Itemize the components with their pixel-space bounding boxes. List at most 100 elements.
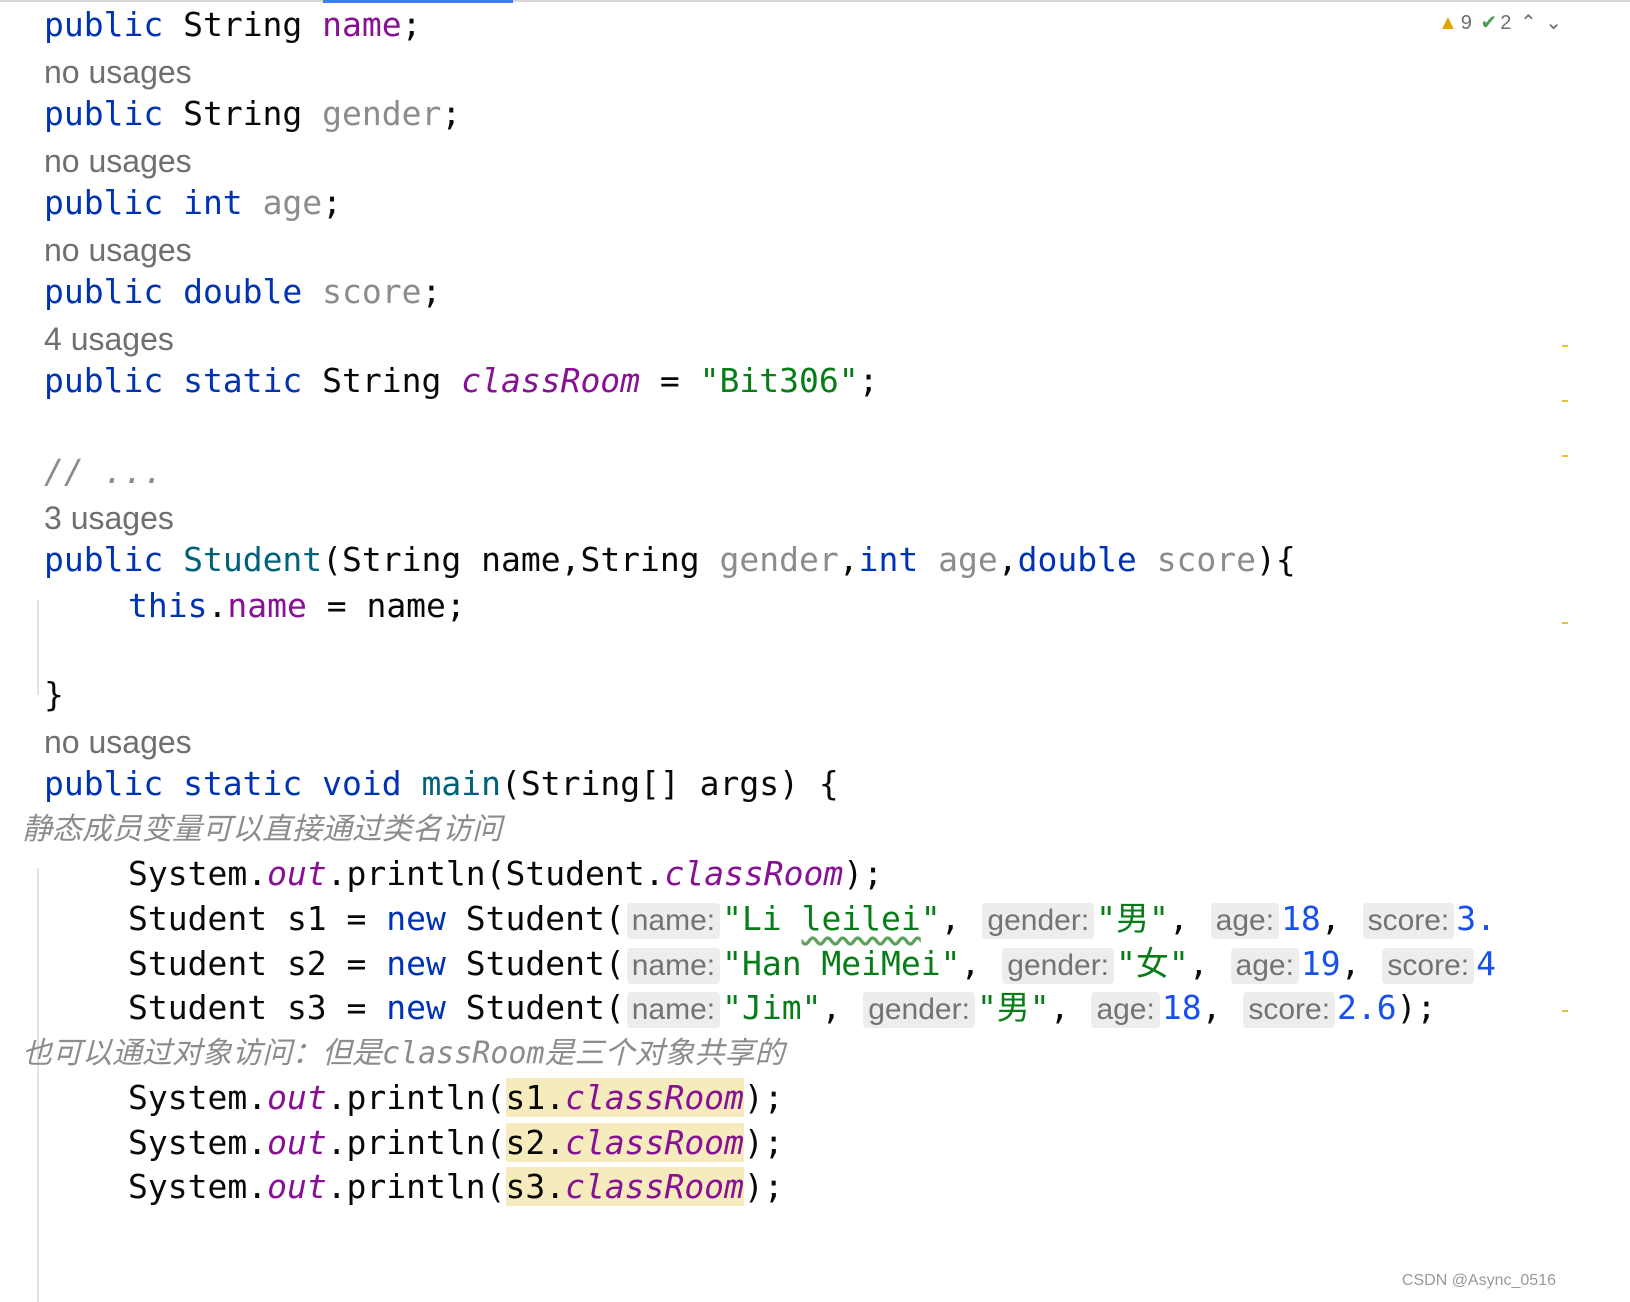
punctuation: ); — [1396, 988, 1437, 1027]
field-name: name — [227, 586, 307, 625]
error-stripe-marker[interactable] — [1562, 622, 1568, 624]
class-ref: System. — [128, 1123, 268, 1162]
punctuation: , — [1320, 899, 1361, 938]
punctuation: ; — [401, 5, 422, 44]
static-field-out: out — [267, 1078, 327, 1117]
punctuation: ){ — [1256, 540, 1296, 579]
code-line-field-name[interactable]: public String name; — [44, 3, 422, 47]
punctuation: , — [1201, 988, 1242, 1027]
field-name: gender — [322, 94, 442, 133]
usages-hint[interactable]: 3 usages — [44, 498, 174, 538]
param-hint: age: — [1210, 903, 1280, 939]
class-ref: System. — [128, 854, 268, 893]
keyword: public static — [44, 361, 303, 400]
param-hint: score: — [1243, 992, 1336, 1028]
param-hint: age: — [1230, 948, 1299, 984]
type-name: String — [163, 94, 323, 133]
keyword: public — [44, 94, 164, 133]
keyword: new — [386, 899, 446, 938]
code-line-field-score[interactable]: public double score; — [44, 270, 441, 314]
code-line-print-classroom[interactable]: System.out.println(Student.classRoom); — [128, 852, 883, 896]
keyword: public double — [44, 272, 303, 311]
usages-hint[interactable]: no usages — [44, 230, 192, 270]
inspection-status-widget[interactable]: ▲ 9 ✔ 2 ⌃ ⌄ — [1438, 10, 1565, 35]
punctuation: , — [1188, 944, 1229, 983]
indent-guide — [37, 868, 39, 1302]
code-line-print-s3[interactable]: System.out.println(s3.classRoom); — [128, 1165, 784, 1209]
error-stripe-marker[interactable] — [1562, 455, 1568, 457]
param-age: age — [938, 540, 998, 579]
method-name: main — [421, 764, 501, 803]
punctuation: , — [838, 540, 859, 579]
code-line-new-s2[interactable]: Student s2 = new Student(name: "Han MeiMe… — [128, 942, 1496, 986]
object-ref: s1. — [505, 1078, 566, 1117]
code-line-new-s3[interactable]: Student s3 = new Student(name: "Jim", gen… — [128, 986, 1436, 1030]
code-line-field-gender[interactable]: public String gender; — [44, 92, 461, 136]
number-literal: 18 — [1161, 988, 1202, 1027]
code-line-closing-brace[interactable]: } — [44, 673, 64, 717]
param-hint: score: — [1382, 948, 1475, 984]
assignment: = name; — [306, 586, 466, 625]
error-stripe-marker[interactable] — [1562, 400, 1568, 402]
keyword: new — [386, 988, 446, 1027]
code-line-print-s1[interactable]: System.out.println(s1.classRoom); — [128, 1076, 784, 1120]
error-stripe-marker[interactable] — [1562, 1010, 1568, 1012]
param-hint: gender: — [1002, 948, 1115, 984]
punctuation: , — [960, 944, 1001, 983]
punctuation: ; — [858, 361, 879, 400]
type-name: String — [302, 361, 462, 400]
code-line-constructor[interactable]: public Student(String name,String gender… — [44, 538, 1296, 582]
static-field-name: classRoom — [565, 1123, 744, 1162]
field-name: age — [262, 183, 323, 222]
code-line-print-s2[interactable]: System.out.println(s2.classRoom); — [128, 1121, 784, 1165]
code-line-field-classroom[interactable]: public static String classRoom = "Bit306… — [44, 359, 878, 403]
comment-object-access[interactable]: 也可以通过对象访问：但是classRoom是三个对象共享的 — [22, 1033, 785, 1075]
code-line-main[interactable]: public static void main(String[] args) { — [44, 762, 839, 806]
constructor-name: Student — [183, 540, 323, 579]
usages-hint[interactable]: no usages — [44, 141, 192, 181]
static-field-name: classRoom — [461, 361, 641, 400]
comment-static-access[interactable]: 静态成员变量可以直接通过类名访问 — [22, 809, 502, 851]
double-check-icon: ✔ — [1480, 12, 1498, 34]
punctuation: , — [1049, 988, 1090, 1027]
usages-hint[interactable]: no usages — [44, 52, 192, 92]
field-name: name — [322, 5, 402, 44]
punctuation: , — [1340, 944, 1381, 983]
chevron-up-icon[interactable]: ⌃ — [1520, 12, 1537, 34]
keyword: public — [44, 5, 164, 44]
number-literal: 3. — [1456, 899, 1497, 938]
comment-text: 也可以通过对象访问：但是 — [22, 1036, 382, 1071]
punctuation: ); — [743, 1078, 784, 1117]
chevron-down-icon[interactable]: ⌄ — [1545, 12, 1562, 34]
punctuation: ); — [743, 1123, 784, 1162]
code-line-this-assign[interactable]: this.name = name; — [128, 584, 466, 628]
constructor-call: Student( — [445, 899, 625, 938]
highlighted-static-access: s3.classRoom — [505, 1167, 744, 1206]
punctuation: ); — [843, 854, 884, 893]
param-hint: age: — [1091, 992, 1160, 1028]
usages-hint[interactable]: 4 usages — [44, 319, 174, 359]
param-hint: gender: — [863, 992, 975, 1028]
weak-warning-count: 2 — [1500, 12, 1512, 34]
usages-hint[interactable]: no usages — [44, 722, 192, 762]
method-call: .println( — [326, 1167, 506, 1206]
punctuation: ; — [322, 183, 343, 222]
operator: = — [640, 361, 700, 400]
parameters: (String name,String — [322, 540, 720, 579]
code-line-new-s1[interactable]: Student s1 = new Student(name: "Li leilei… — [128, 897, 1496, 941]
error-stripe-marker[interactable] — [1562, 345, 1568, 347]
keyword: this — [128, 586, 208, 625]
string-literal: "Jim" — [722, 988, 822, 1027]
param-hint: gender: — [982, 903, 1095, 939]
type-name: String — [163, 5, 323, 44]
collapsed-comment[interactable]: // ... — [44, 450, 163, 494]
punctuation: ); — [743, 1167, 784, 1206]
static-field-name: classRoom — [565, 1078, 744, 1117]
comment-text: 是三个对象共享的 — [544, 1036, 785, 1071]
string-literal-typo: leilei — [801, 899, 921, 938]
number-literal: 2.6 — [1337, 988, 1397, 1027]
code-line-field-age[interactable]: public int age; — [44, 181, 342, 225]
